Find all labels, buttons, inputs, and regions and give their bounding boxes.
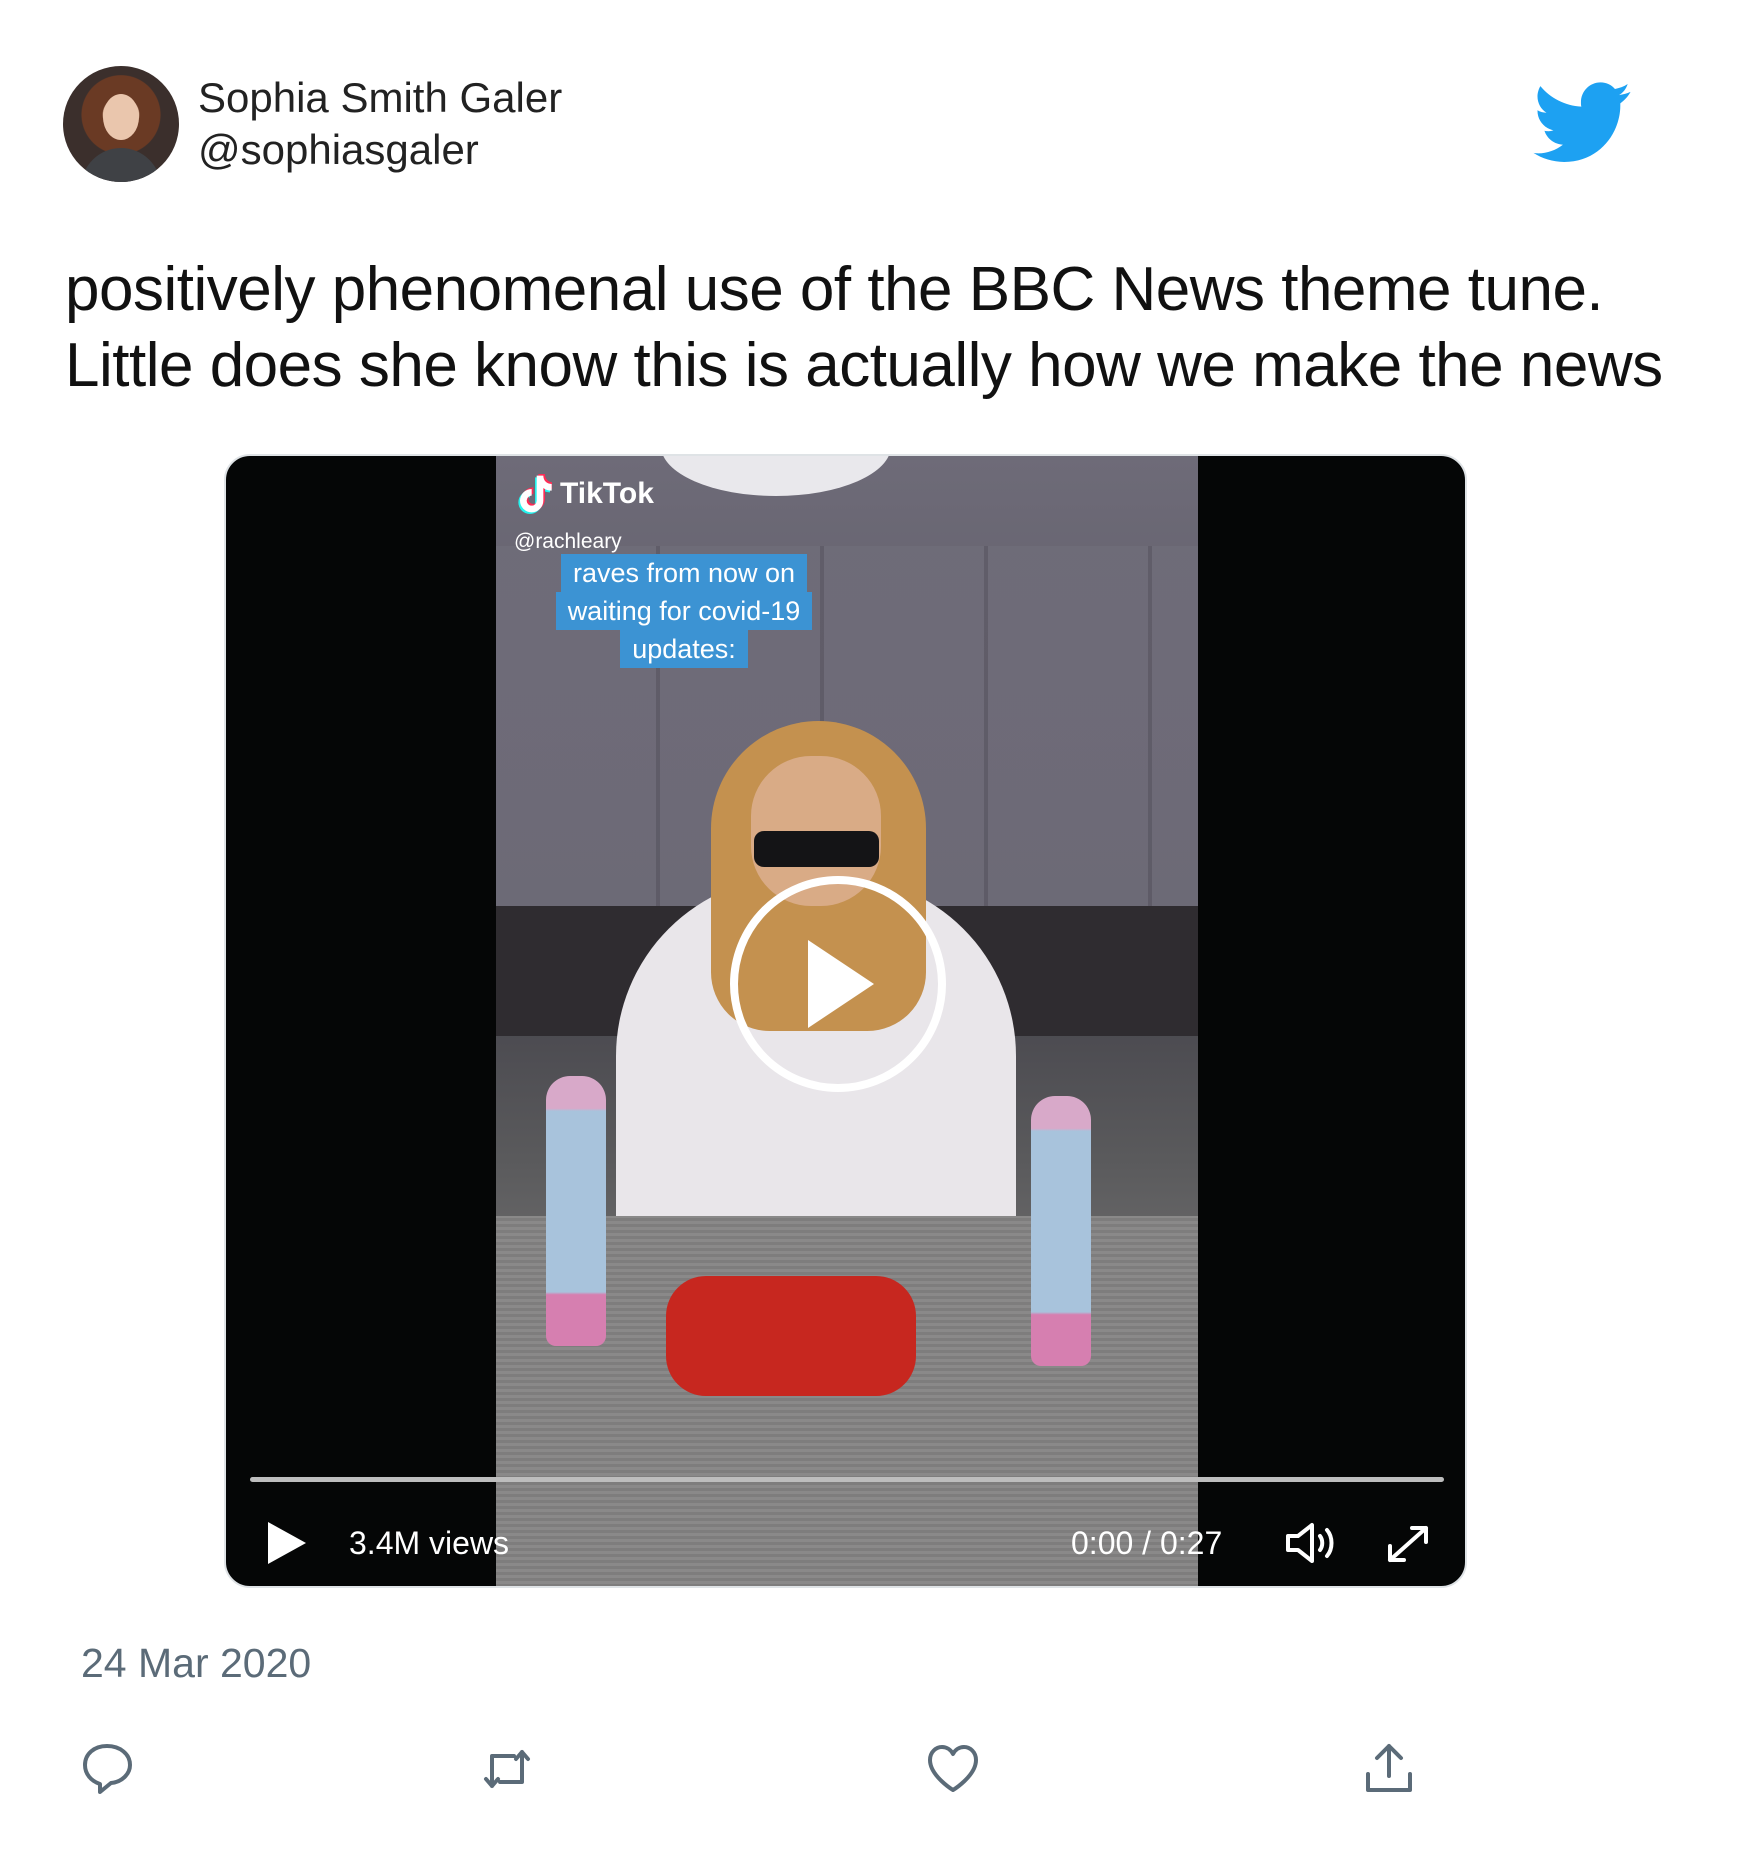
tiktok-note-icon	[518, 474, 552, 514]
video-progress-bar[interactable]	[250, 1477, 1444, 1482]
tiktok-logo: TikTok	[518, 474, 654, 514]
tiktok-username: @rachleary	[514, 530, 622, 553]
tweet-text-line-2: Little does she know this is actually ho…	[65, 331, 1663, 400]
fullscreen-icon[interactable]	[1382, 1520, 1434, 1568]
video-caption-line: waiting for covid-19	[555, 592, 813, 630]
tweet-date[interactable]: 24 Mar 2020	[81, 1640, 311, 1687]
video-caption: raves from now on waiting for covid-19 u…	[524, 554, 844, 668]
like-icon[interactable]	[924, 1740, 982, 1798]
video-caption-line: updates:	[620, 630, 748, 668]
tweet-text: positively phenomenal use of the BBC New…	[65, 252, 1685, 404]
tweet-card: Sophia Smith Galer @sophiasgaler positiv…	[0, 0, 1742, 1864]
twitter-bird-icon[interactable]	[1533, 82, 1633, 164]
video-scene-bottle	[1031, 1096, 1091, 1366]
play-control-icon[interactable]	[266, 1520, 308, 1566]
share-icon[interactable]	[1360, 1740, 1418, 1798]
avatar-face	[103, 94, 139, 140]
video-caption-line: raves from now on	[560, 554, 808, 592]
video-scene-sunglasses	[754, 831, 879, 867]
big-play-button[interactable]	[730, 876, 946, 1092]
video-player[interactable]: TikTok @rachleary raves from now on wait…	[224, 454, 1467, 1588]
video-scene-bottle	[546, 1076, 606, 1346]
video-scene-lamp	[661, 456, 891, 496]
reply-icon[interactable]	[78, 1740, 136, 1798]
author-display-name[interactable]: Sophia Smith Galer	[198, 74, 562, 122]
tiktok-wordmark: TikTok	[560, 477, 654, 510]
play-icon	[808, 940, 874, 1028]
tweet-text-line-1: positively phenomenal use of the BBC New…	[65, 255, 1604, 324]
video-scene-speaker	[666, 1276, 916, 1396]
volume-icon[interactable]	[1284, 1520, 1344, 1566]
retweet-icon[interactable]	[478, 1740, 536, 1798]
author-handle[interactable]: @sophiasgaler	[198, 126, 479, 174]
view-count: 3.4M views	[349, 1525, 510, 1561]
video-time: 0:00 / 0:27	[1071, 1525, 1223, 1561]
avatar-body	[81, 148, 161, 182]
avatar[interactable]	[63, 66, 179, 182]
